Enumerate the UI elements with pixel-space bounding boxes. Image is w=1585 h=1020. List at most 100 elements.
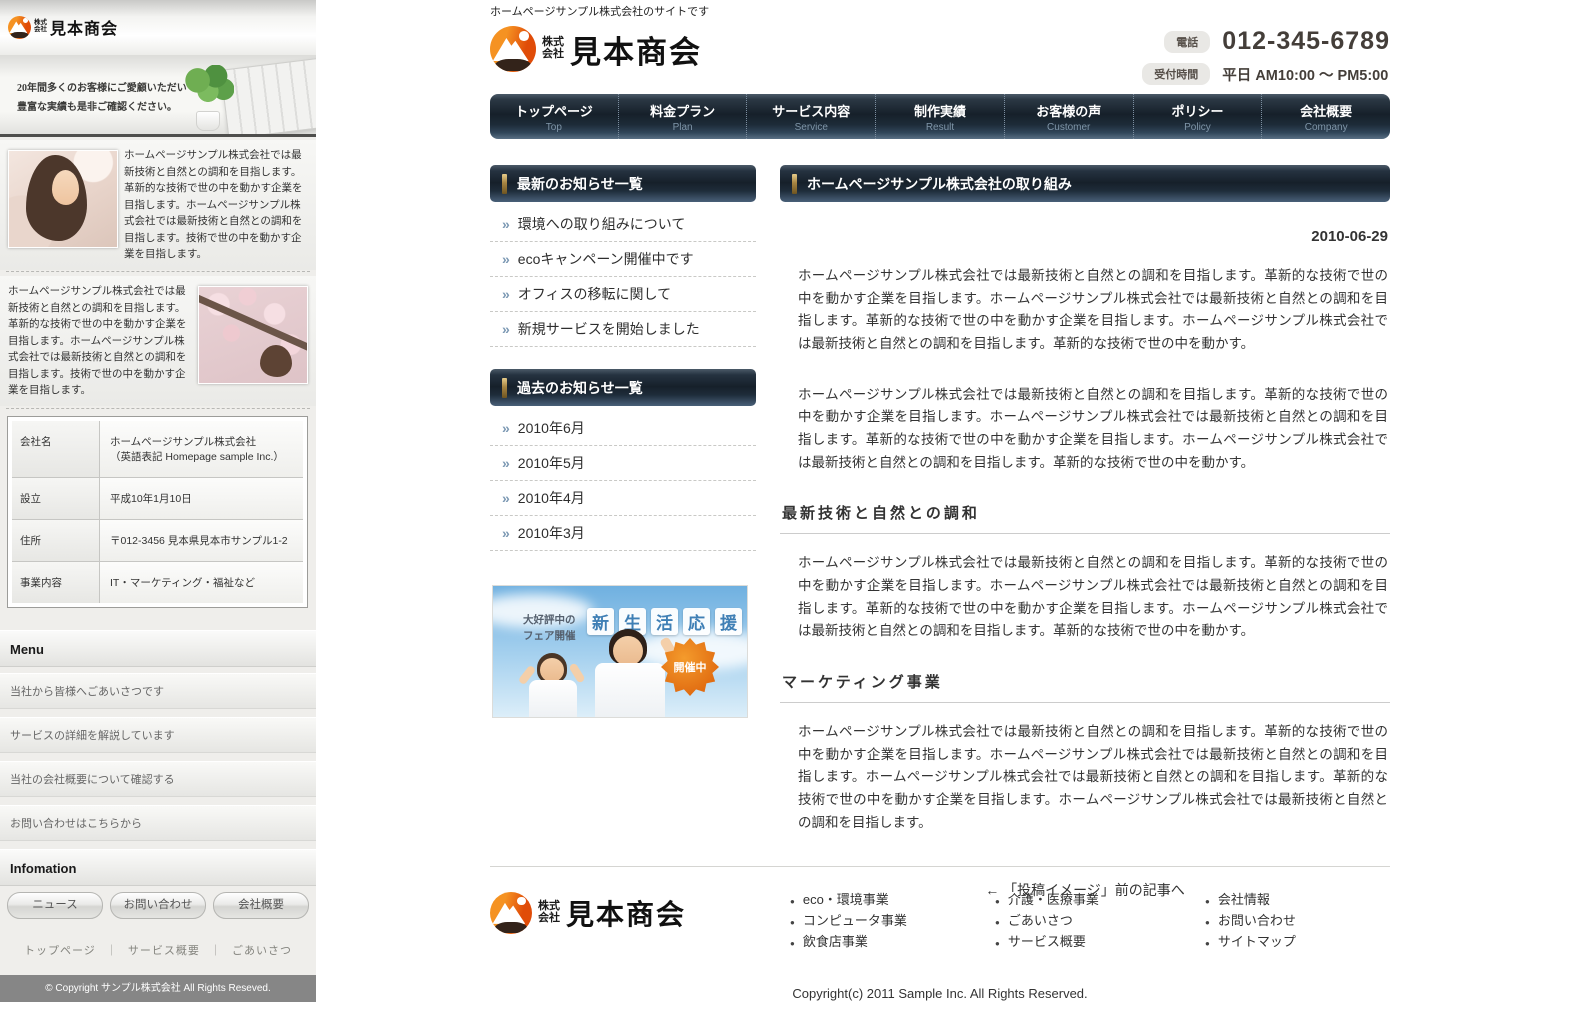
- footer-link-top[interactable]: トップページ: [24, 945, 96, 957]
- nav-label: 会社概要: [1300, 101, 1352, 120]
- article-paragraph: ホームページサンプル株式会社では最新技術と自然との調和を目指します。革新的な技術…: [780, 265, 1390, 356]
- company-prefix: 株式 会社: [34, 20, 47, 34]
- phone-number: 012-345-6789: [1222, 27, 1390, 56]
- gold-accent-bar: [502, 378, 507, 398]
- article-heading: ホームページサンプル株式会社の取り組み: [780, 165, 1390, 202]
- nav-item-customer[interactable]: お客様の声 Customer: [1005, 94, 1134, 139]
- menu-item-service[interactable]: サービスの詳細を解説しています: [0, 717, 316, 753]
- news-link[interactable]: »オフィスの移転に関して: [490, 277, 756, 312]
- logo-base-shape: [494, 59, 532, 71]
- nav-item-company[interactable]: 会社概要 Company: [1262, 94, 1390, 139]
- row-label: 住所: [12, 520, 100, 561]
- preview-header: 株式 会社 見本商会: [0, 0, 316, 55]
- news-button[interactable]: ニュース: [7, 892, 103, 919]
- menu-heading: Menu: [0, 630, 316, 667]
- latest-news-heading: 最新のお知らせ一覧: [490, 165, 756, 202]
- company-button[interactable]: 会社概要: [213, 892, 309, 919]
- plant-leaves: [182, 65, 234, 109]
- infomation-heading: Infomation: [0, 849, 316, 886]
- nav-sublabel: Result: [926, 122, 954, 133]
- footer-link[interactable]: ●飲食店事業: [790, 932, 907, 953]
- archive-link[interactable]: » 2010年4月: [490, 481, 756, 516]
- campaign-title-char: 応: [683, 608, 710, 635]
- bullet-icon: ●: [995, 913, 1000, 932]
- archive-news-list: »2010年6月 »2010年5月 » 2010年4月 » 2010年3月: [490, 411, 756, 551]
- nav-item-result[interactable]: 制作実績 Result: [876, 94, 1005, 139]
- plant-pot: [196, 111, 220, 131]
- footer-link[interactable]: ●サイトマップ: [1205, 932, 1296, 953]
- menu-item-contact[interactable]: お問い合わせはこちらから: [0, 805, 316, 841]
- footer-link[interactable]: ●サービス概要: [995, 932, 1099, 953]
- separator: ｜: [210, 945, 222, 957]
- campaign-catch: 大好評中の フェア開催: [523, 613, 576, 645]
- bullet-icon: ●: [995, 892, 1000, 911]
- footer-link-label: eco・環境事業: [803, 890, 889, 909]
- preview-menu-stack: Menu 当社から皆様へごあいさつです サービスの詳細を解説しています 当社の会…: [0, 630, 316, 919]
- footer-link[interactable]: ●ごあいさつ: [995, 911, 1099, 932]
- archive-link-label: 2010年4月: [518, 488, 585, 508]
- separator: ｜: [106, 945, 118, 957]
- intro-block-2: ホームページサンプル株式会社では最新技術と自然との調和を目指します。革新的な技術…: [0, 276, 316, 406]
- header-logo[interactable]: 株式 会社 見本商会: [490, 26, 702, 72]
- nav-item-plan[interactable]: 料金プラン Plan: [619, 94, 748, 139]
- nav-sublabel: Service: [795, 122, 828, 133]
- row-label: 会社名: [12, 421, 100, 477]
- archive-news-heading: 過去のお知らせ一覧: [490, 369, 756, 406]
- info-button-row: ニュース お問い合わせ 会社概要: [0, 892, 316, 919]
- footer-divider: [490, 866, 1390, 867]
- table-row: 住所 〒012-3456 見本県見本市サンプル1-2: [12, 520, 303, 562]
- preview-copyright: © Copyright サンプル株式会社 All Rights Reseved.: [0, 975, 316, 1002]
- intro-block-1: ホームページサンプル株式会社では最新技術と自然との調和を目指します。革新的な技術…: [0, 140, 316, 270]
- nav-label: サービス内容: [772, 101, 850, 120]
- nav-item-policy[interactable]: ポリシー Policy: [1134, 94, 1263, 139]
- main-area: ホームページサンプル株式会社のサイトです 株式 会社 見本商会 電話 012-3…: [490, 0, 1390, 1020]
- news-link[interactable]: »新規サービスを開始しました: [490, 312, 756, 347]
- footer-link[interactable]: ●コンピュータ事業: [790, 911, 907, 932]
- nav-item-service[interactable]: サービス内容 Service: [747, 94, 876, 139]
- footer-link-label: 会社情報: [1218, 890, 1270, 909]
- double-arrow-icon: »: [502, 490, 510, 506]
- banner-person-male: [589, 629, 673, 717]
- archive-link[interactable]: »2010年5月: [490, 446, 756, 481]
- banner-person-female: [523, 653, 585, 717]
- footer-link-service[interactable]: サービス概要: [128, 945, 200, 957]
- menu-item-greeting[interactable]: 当社から皆様へごあいさつです: [0, 673, 316, 709]
- news-link[interactable]: »ecoキャンペーン開催中です: [490, 242, 756, 277]
- news-link[interactable]: »環境への取り組みについて: [490, 207, 756, 242]
- footer-link[interactable]: ●eco・環境事業: [790, 890, 907, 911]
- footer-link-greeting[interactable]: ごあいさつ: [232, 945, 292, 957]
- company-name: 見本商会: [570, 27, 702, 72]
- news-link-label: 環境への取り組みについて: [518, 214, 686, 234]
- site-preview-panel: 株式 会社 見本商会 20年間多くのお客様にご愛顧いただいております。 豊富な実…: [0, 0, 316, 1002]
- nav-sublabel: Company: [1305, 122, 1348, 133]
- footer-link[interactable]: ● 会社情報: [1205, 890, 1296, 911]
- section-paragraph: ホームページサンプル株式会社では最新技術と自然との調和を目指します。革新的な技術…: [780, 721, 1390, 834]
- archive-link-label: 2010年3月: [518, 523, 585, 543]
- footer-link-label: 介護・医療事業: [1008, 890, 1099, 909]
- nav-item-top[interactable]: トップページ Top: [490, 94, 619, 139]
- site-tagline: ホームページサンプル株式会社のサイトです: [490, 3, 709, 19]
- fuji-sun-logo-icon: [8, 16, 31, 39]
- campaign-catch-line1: 大好評中の: [523, 613, 576, 629]
- mountain-shape: [493, 38, 529, 61]
- footer-link-label: サイトマップ: [1218, 932, 1296, 951]
- double-arrow-icon: »: [502, 525, 510, 541]
- nav-sublabel: Top: [546, 122, 562, 133]
- section-heading-marketing: マーケティング事業: [780, 671, 1390, 703]
- site-footer: 株式 会社 見本商会 ●eco・環境事業 ●コンピュータ事業 ●飲食店事業 ●介…: [490, 880, 1390, 1012]
- article-paragraph: ホームページサンプル株式会社では最新技術と自然との調和を目指します。革新的な技術…: [780, 384, 1390, 475]
- intro-text-2: ホームページサンプル株式会社では最新技術と自然との調和を目指します。革新的な技術…: [8, 283, 191, 399]
- archive-link-label: 2010年5月: [518, 453, 585, 473]
- archive-link[interactable]: » 2010年3月: [490, 516, 756, 551]
- footer-link[interactable]: ●お問い合わせ: [1205, 911, 1296, 932]
- archive-link[interactable]: »2010年6月: [490, 411, 756, 446]
- fuji-sun-logo-icon: [490, 26, 536, 72]
- sun-dot: [23, 18, 28, 23]
- footer-link[interactable]: ● 介護・医療事業: [995, 890, 1099, 911]
- nav-label: 料金プラン: [650, 101, 715, 120]
- section-paragraph: ホームページサンプル株式会社では最新技術と自然との調和を目指します。革新的な技術…: [780, 552, 1390, 643]
- campaign-banner[interactable]: 大好評中の フェア開催 新 生 活 応 援: [492, 585, 748, 718]
- menu-item-company[interactable]: 当社の会社概要について確認する: [0, 761, 316, 797]
- contact-button[interactable]: お問い合わせ: [110, 892, 206, 919]
- bullet-icon: ●: [1205, 892, 1210, 911]
